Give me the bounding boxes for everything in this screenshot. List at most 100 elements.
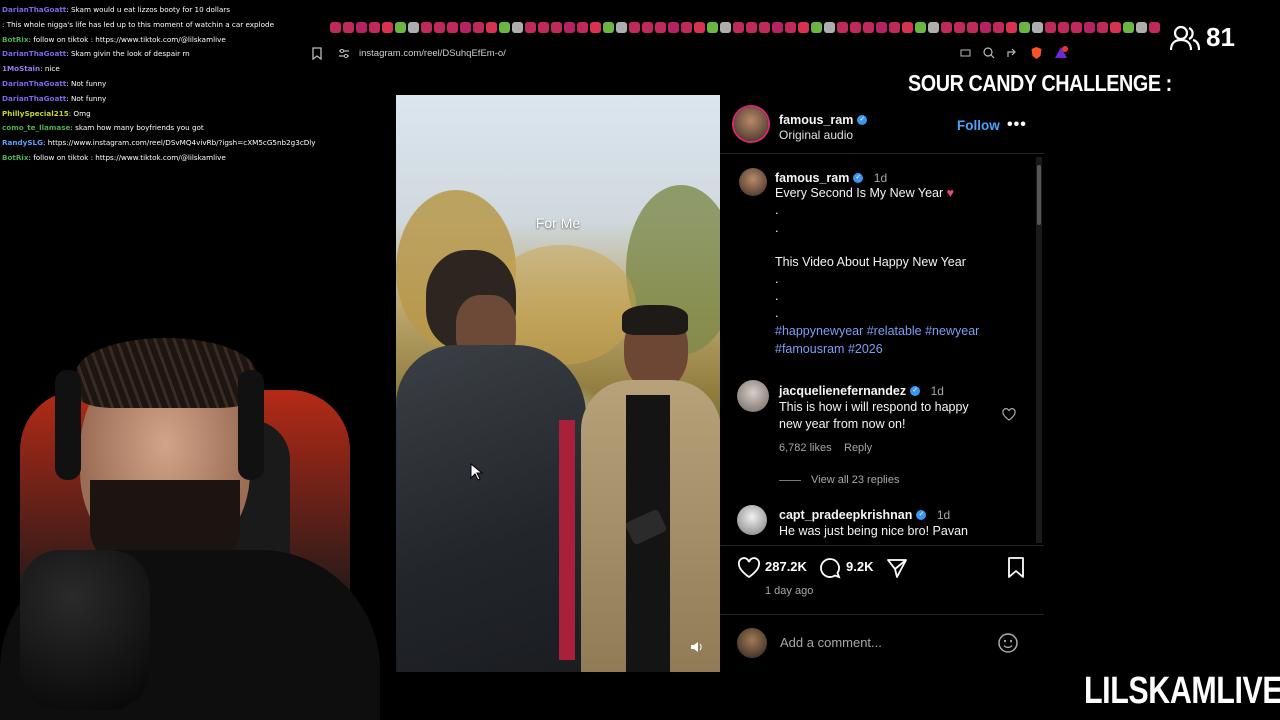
reel-video[interactable]: For Me (396, 95, 720, 672)
red-pole (559, 420, 575, 660)
emote-icon (772, 21, 783, 33)
emote-icon (889, 21, 900, 33)
audio-label[interactable]: Original audio (779, 128, 853, 142)
emote-icon (499, 21, 510, 33)
streamer-webcam (0, 330, 400, 720)
emote-icon (720, 21, 731, 33)
emote-icon (629, 21, 640, 33)
chat-line: DarianThaGoatt: Skam givin the look of d… (2, 47, 332, 62)
site-settings-icon[interactable] (338, 48, 350, 59)
chat-username[interactable]: 1MoStain (2, 64, 40, 73)
emote-icon (421, 21, 432, 33)
share-icon[interactable] (886, 557, 908, 579)
emote-icon (486, 21, 497, 33)
comment-time: 1d (936, 508, 951, 522)
comment-input[interactable]: Add a comment... (780, 635, 882, 650)
emote-icon (850, 21, 861, 33)
caption-avatar[interactable] (739, 168, 767, 196)
emote-icon (876, 21, 887, 33)
zoom-icon[interactable] (983, 47, 995, 59)
emote-icon (603, 21, 614, 33)
comment-icon[interactable] (819, 557, 841, 579)
emote-icon (733, 21, 744, 33)
chat-line: PhillySpecial215: Omg (2, 107, 332, 122)
chat-line: como_te_llamase: skam how many boyfriend… (2, 121, 332, 136)
author-avatar[interactable] (734, 107, 768, 141)
emote-icon (954, 21, 965, 33)
mouse-cursor (470, 463, 484, 481)
brave-rewards-icon[interactable] (1054, 46, 1068, 60)
comment-username[interactable]: jacquelienefernandez (779, 384, 906, 398)
emote-icon (980, 21, 991, 33)
bookmark-icon[interactable] (312, 47, 322, 60)
chat-username[interactable]: PhillySpecial215 (2, 109, 69, 118)
save-icon[interactable] (1006, 556, 1026, 579)
streamer-brand: LILSKAMLIVE (1084, 670, 1280, 712)
hashtags-line2[interactable]: #famousram #2026 (775, 340, 883, 358)
emote-icon (941, 21, 952, 33)
chat-username[interactable]: DarianThaGoatt (2, 79, 66, 88)
view-replies-button[interactable]: View all 23 replies (811, 474, 899, 486)
verified-icon: ✓ (853, 172, 864, 183)
emote-icon (837, 21, 848, 33)
chat-line: BotRix: follow on tiktok : https://www.t… (2, 33, 332, 48)
url-text[interactable]: instagram.com/reel/DSuhqEfEm-o/ (359, 48, 506, 59)
speaker-icon[interactable] (690, 641, 703, 653)
share-icon[interactable] (1006, 47, 1018, 59)
emote-icon (1045, 21, 1056, 33)
comment-username[interactable]: capt_pradeepkrishnan (779, 508, 912, 522)
caption-dot: . (775, 272, 779, 286)
emote-icon (395, 21, 406, 33)
chat-username[interactable]: BotRix (2, 153, 29, 162)
emote-icon (382, 21, 393, 33)
comment-likes[interactable]: 6,782 likes (779, 442, 832, 454)
scrollbar-thumb[interactable] (1037, 165, 1041, 225)
emote-icon (642, 21, 653, 33)
viewer-count: 81 (1170, 22, 1235, 53)
chat-message: : skam how many boyfriends you got (70, 123, 204, 133)
chat-message: : This whole nigga's life has led up to … (2, 19, 275, 29)
emote-icon (707, 21, 718, 33)
screen-icon[interactable] (960, 48, 971, 59)
commenter-avatar[interactable] (737, 505, 767, 535)
follow-button[interactable]: Follow (957, 118, 1000, 133)
chat-username[interactable]: RandySLG (2, 138, 43, 147)
brave-shield-icon[interactable] (1030, 46, 1043, 60)
chat-line: 1MoStain: nice (2, 62, 332, 77)
comment-text: new year from now on! (779, 417, 906, 431)
chat-line: DarianThaGoatt: Not funny (2, 92, 332, 107)
comment-like-icon[interactable] (1002, 408, 1016, 421)
emoji-icon[interactable] (997, 632, 1019, 654)
viewer-count-number: 81 (1206, 22, 1235, 52)
emote-strip (330, 20, 1160, 34)
emote-icon (330, 21, 341, 33)
emote-icon (967, 21, 978, 33)
chat-line: RandySLG: https://www.instagram.com/reel… (2, 136, 332, 151)
like-icon[interactable] (737, 557, 761, 579)
comment-text: He was just being nice bro! Pavan (779, 524, 968, 538)
caption-dot: . (775, 203, 779, 217)
caption-username[interactable]: famous_ram (775, 171, 849, 185)
commenter-avatar[interactable] (737, 380, 769, 412)
emote-icon (746, 21, 757, 33)
reply-button[interactable]: Reply (844, 442, 872, 454)
heart-emoji: ♥ (946, 186, 955, 200)
emote-icon (1110, 21, 1121, 33)
more-icon[interactable]: ••• (1007, 116, 1027, 134)
chat-overlay: DarianThaGoatt: Skam would u eat lizzos … (2, 3, 332, 166)
chat-username[interactable]: DarianThaGoatt (2, 5, 66, 14)
chat-username[interactable]: DarianThaGoatt (2, 94, 66, 103)
posted-time: 1 day ago (765, 585, 814, 597)
caption-dot: . (775, 221, 779, 235)
emote-icon (1006, 21, 1017, 33)
emote-icon (460, 21, 471, 33)
chat-username[interactable]: BotRix (2, 35, 29, 44)
hashtags-line1[interactable]: #happynewyear #relatable #newyear (775, 322, 979, 340)
chat-message: : follow on tiktok : https://www.tiktok.… (28, 152, 226, 162)
chat-username[interactable]: DarianThaGoatt (2, 49, 66, 58)
verified-icon: ✓ (916, 509, 927, 520)
scrollbar[interactable] (1036, 157, 1042, 543)
chat-line: : This whole nigga's life has led up to … (2, 18, 332, 33)
chat-username[interactable]: como_te_llamase (2, 123, 70, 132)
author-username[interactable]: famous_ram (779, 113, 853, 127)
